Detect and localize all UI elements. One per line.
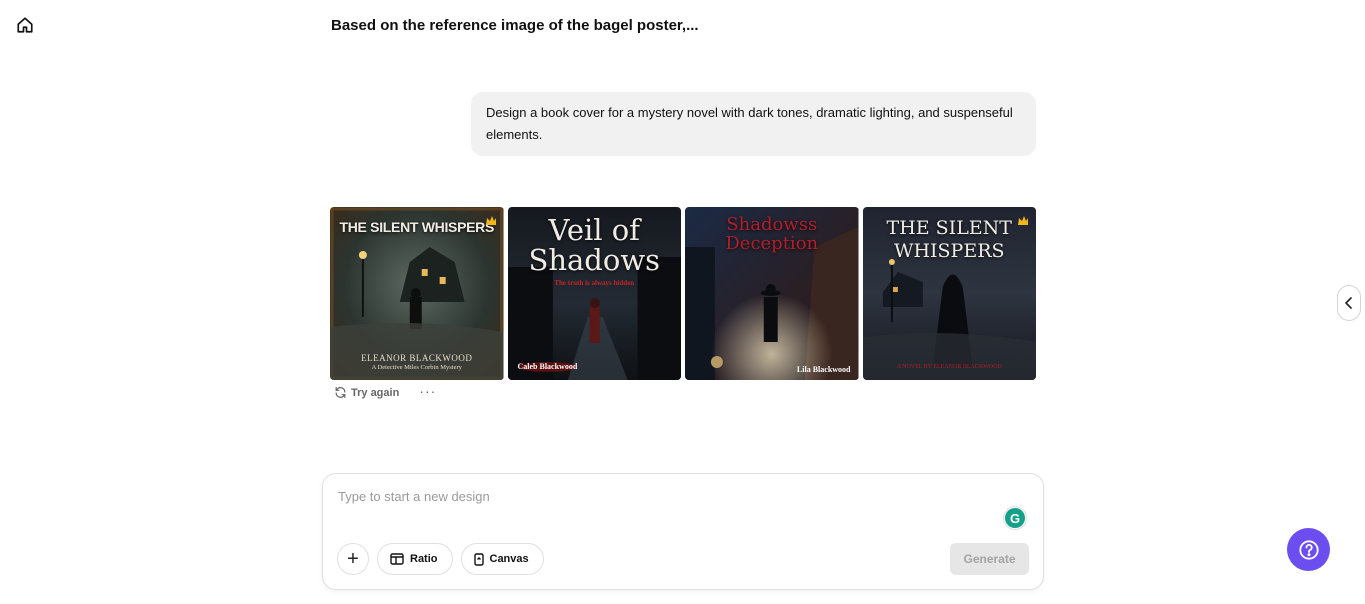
generate-button[interactable]: Generate bbox=[950, 543, 1029, 575]
page-title: Based on the reference image of the bage… bbox=[331, 17, 699, 34]
cover-subtitle: A Detective Miles Corbin Mystery bbox=[371, 364, 462, 371]
prompt-input[interactable] bbox=[338, 489, 978, 504]
user-prompt-bubble: Design a book cover for a mystery novel … bbox=[471, 92, 1036, 156]
cover-author: ELEANOR BLACKWOOD bbox=[361, 353, 473, 363]
result-image-4[interactable]: THE SILENT WHISPERS A NOVEL BY ELEANOR B… bbox=[862, 207, 1036, 380]
cover-title-line2: WHISPERS bbox=[893, 240, 1005, 262]
cover-title-line1: Shadowss bbox=[726, 214, 818, 235]
grammarly-button[interactable]: G bbox=[1003, 506, 1027, 530]
home-button[interactable] bbox=[14, 14, 36, 36]
cover-title: THE SILENT WHISPERS bbox=[339, 219, 495, 235]
refresh-icon bbox=[335, 387, 346, 398]
cover-title-line2: Shadows bbox=[528, 243, 661, 277]
try-again-button[interactable]: Try again bbox=[334, 386, 399, 399]
composer-toolbar: + Ratio Canvas bbox=[337, 543, 544, 575]
result-image-1[interactable]: THE SILENT WHISPERS ELEANOR BLACKWOOD A … bbox=[330, 207, 504, 380]
cover-author: Lila Blackwood bbox=[796, 365, 851, 374]
ratio-button[interactable]: Ratio bbox=[377, 543, 453, 575]
ratio-icon bbox=[390, 553, 404, 565]
premium-crown-icon bbox=[1018, 216, 1028, 225]
cover-tagline: The truth is always hidden bbox=[554, 279, 635, 287]
cover-title-line2: Deception bbox=[725, 233, 819, 254]
grammarly-icon: G bbox=[1005, 508, 1025, 528]
cover-title-line1: THE SILENT bbox=[886, 217, 1012, 239]
canvas-label: Canvas bbox=[489, 553, 529, 565]
ratio-label: Ratio bbox=[410, 553, 438, 565]
more-options-button[interactable]: ··· bbox=[419, 383, 436, 399]
result-actions: Try again ··· bbox=[334, 383, 436, 399]
canvas-icon bbox=[473, 552, 484, 566]
add-attachment-button[interactable]: + bbox=[337, 543, 369, 575]
help-icon bbox=[1298, 539, 1319, 560]
result-gallery: THE SILENT WHISPERS ELEANOR BLACKWOOD A … bbox=[330, 207, 1036, 380]
result-image-3[interactable]: Shadowss Deception Lila Blackwood bbox=[685, 207, 859, 380]
premium-crown-icon bbox=[485, 216, 496, 225]
canvas-button[interactable]: Canvas bbox=[460, 543, 544, 575]
help-button[interactable] bbox=[1287, 528, 1330, 571]
home-icon bbox=[17, 17, 33, 33]
cover-tagline: A NOVEL BY ELEANOR BLACKWOOD bbox=[896, 364, 1002, 370]
try-again-label: Try again bbox=[351, 386, 400, 399]
prompt-composer: G + Ratio Canvas Generate bbox=[322, 473, 1044, 590]
result-image-2[interactable]: Veil of Shadows The truth is always hidd… bbox=[507, 207, 681, 380]
collapse-panel-button[interactable] bbox=[1337, 285, 1361, 321]
cover-author: Caleb Blackwood bbox=[517, 362, 578, 371]
chevron-left-icon bbox=[1345, 297, 1352, 309]
cover-title-line1: Veil of bbox=[548, 213, 640, 247]
